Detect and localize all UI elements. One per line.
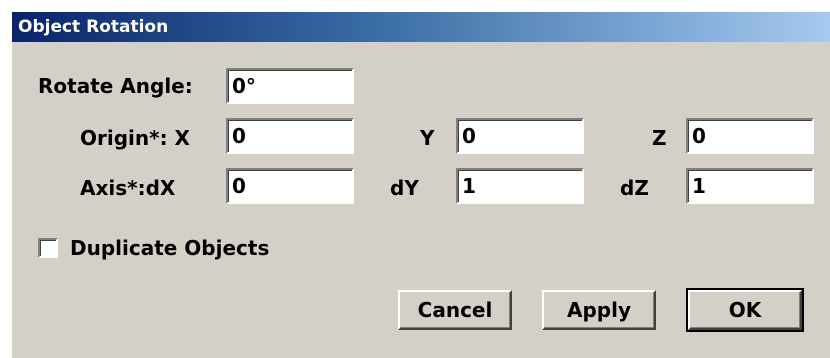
origin-x-label: Origin*: X xyxy=(80,126,190,150)
axis-dy-input[interactable] xyxy=(458,170,582,202)
axis-dx-field[interactable] xyxy=(226,168,354,204)
origin-z-field[interactable] xyxy=(686,118,814,154)
duplicate-objects-checkbox[interactable] xyxy=(38,238,58,258)
dialog-title: Object Rotation xyxy=(12,12,830,42)
origin-x-field[interactable] xyxy=(226,118,354,154)
apply-button[interactable]: Apply xyxy=(542,290,656,330)
duplicate-objects-label[interactable]: Duplicate Objects xyxy=(70,234,269,262)
axis-dz-label: dZ xyxy=(620,176,649,200)
axis-dy-label: dY xyxy=(390,176,419,200)
origin-x-input[interactable] xyxy=(228,120,352,152)
rotate-angle-input[interactable] xyxy=(228,70,352,102)
cancel-button[interactable]: Cancel xyxy=(398,290,512,330)
axis-dz-input[interactable] xyxy=(688,170,812,202)
origin-z-label: Z xyxy=(652,126,667,150)
origin-y-label: Y xyxy=(420,126,435,150)
axis-dx-input[interactable] xyxy=(228,170,352,202)
object-rotation-dialog: Object Rotation Rotate Angle: Origin*: X… xyxy=(10,10,830,358)
rotate-angle-field[interactable] xyxy=(226,68,354,104)
origin-z-input[interactable] xyxy=(688,120,812,152)
origin-y-field[interactable] xyxy=(456,118,584,154)
ok-button[interactable]: OK xyxy=(686,288,804,332)
axis-dy-field[interactable] xyxy=(456,168,584,204)
origin-y-input[interactable] xyxy=(458,120,582,152)
axis-dz-field[interactable] xyxy=(686,168,814,204)
axis-dx-label: Axis*:dX xyxy=(80,176,176,200)
rotate-angle-label: Rotate Angle: xyxy=(38,74,193,98)
